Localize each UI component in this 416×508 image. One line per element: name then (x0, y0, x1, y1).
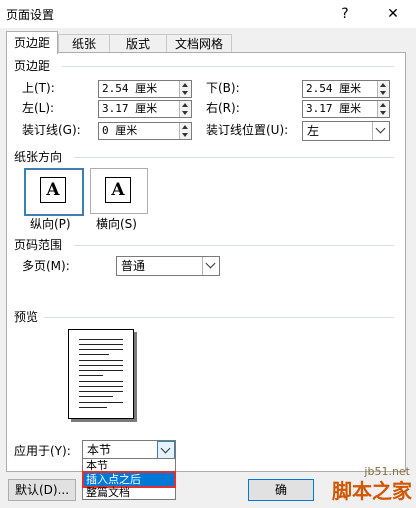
landscape-label: 横向(S) (96, 217, 137, 231)
page-setup-dialog: 页面设置 ? ✕ 页边距 纸张 版式 文档网格 页边距 上(T): 2.54 厘… (0, 0, 416, 508)
spin-arrows-icon[interactable] (179, 101, 191, 117)
margins-divider (62, 66, 394, 67)
tab-document-grid[interactable]: 文档网格 (166, 34, 232, 53)
landscape-button[interactable]: A (90, 168, 148, 214)
apply-option-whole-document[interactable]: 整篇文档 (84, 486, 174, 499)
preview-section-title: 预览 (14, 310, 39, 324)
preview-text-line (79, 344, 123, 345)
preview-text-line (79, 391, 123, 392)
portrait-label: 纵向(P) (30, 217, 71, 231)
title-bar: 页面设置 ? ✕ (0, 0, 416, 28)
left-margin-value: 3.17 厘米 (102, 102, 158, 115)
orientation-section-title: 纸张方向 (14, 150, 63, 164)
apply-option-after-insert-point[interactable]: 插入点之后 (82, 471, 176, 488)
apply-to-label: 应用于(Y): (14, 444, 71, 458)
gutter-position-value: 左 (307, 124, 320, 138)
gutter-spinner[interactable]: 0 厘米 (98, 122, 192, 140)
chevron-down-icon[interactable] (202, 257, 219, 275)
landscape-page-icon: A (105, 177, 131, 203)
top-margin-label: 上(T): (22, 81, 55, 95)
preview-text-line (79, 365, 123, 366)
gutter-position-select[interactable]: 左 (302, 121, 390, 141)
multiple-pages-label: 多页(M): (22, 259, 70, 273)
preview-text-line (79, 370, 123, 371)
close-button[interactable]: ✕ (382, 3, 404, 25)
apply-to-select[interactable]: 本节 (82, 440, 176, 461)
chevron-down-icon[interactable] (372, 122, 389, 140)
bottom-margin-value: 2.54 厘米 (306, 82, 362, 95)
pages-divider (74, 245, 394, 246)
right-margin-label: 右(R): (206, 101, 240, 115)
left-margin-label: 左(L): (22, 101, 55, 115)
margins-section-title: 页边距 (14, 59, 51, 73)
left-margin-spinner[interactable]: 3.17 厘米 (98, 100, 192, 118)
preview-text-line (79, 396, 113, 397)
spin-arrows-icon[interactable] (377, 81, 389, 97)
preview-text-line (79, 407, 107, 408)
gutter-value: 0 厘米 (102, 124, 138, 137)
bottom-margin-spinner[interactable]: 2.54 厘米 (302, 80, 390, 98)
multiple-pages-value: 普通 (121, 259, 146, 273)
tab-layout[interactable]: 版式 (109, 34, 167, 53)
spin-arrows-icon[interactable] (377, 101, 389, 117)
preview-text-line (79, 349, 123, 350)
preview-text-line (79, 375, 103, 376)
pages-section-title: 页码范围 (14, 238, 63, 252)
top-margin-spinner[interactable]: 2.54 厘米 (98, 80, 192, 98)
preview-text-line (79, 354, 109, 355)
bottom-margin-label: 下(B): (206, 81, 240, 95)
preview-text-line (79, 339, 123, 340)
page-preview (68, 329, 134, 419)
apply-to-dropdown: 本节 插入点之后 整篇文档 (82, 458, 176, 500)
ok-button[interactable]: 确 (248, 479, 314, 501)
portrait-page-icon: A (40, 177, 66, 203)
tab-margins[interactable]: 页边距 (6, 31, 58, 54)
multiple-pages-select[interactable]: 普通 (116, 256, 220, 276)
gutter-position-label: 装订线位置(U): (206, 123, 289, 137)
portrait-button[interactable]: A (24, 168, 84, 216)
preview-text-line (79, 381, 123, 382)
gutter-label: 装订线(G): (22, 123, 81, 137)
right-margin-spinner[interactable]: 3.17 厘米 (302, 100, 390, 118)
top-margin-value: 2.54 厘米 (102, 82, 158, 95)
watermark-brand: 脚本之家 (332, 479, 412, 503)
apply-to-value: 本节 (87, 443, 112, 457)
preview-text-line (79, 402, 123, 403)
default-button[interactable]: 默认(D)... (8, 479, 76, 501)
right-margin-value: 3.17 厘米 (306, 102, 362, 115)
preview-text-line (79, 360, 123, 361)
help-button[interactable]: ? (334, 3, 356, 25)
spin-arrows-icon[interactable] (179, 123, 191, 139)
apply-option-section[interactable]: 本节 (84, 459, 174, 472)
orientation-divider (74, 157, 394, 158)
tab-paper[interactable]: 纸张 (58, 34, 110, 53)
dialog-title: 页面设置 (6, 8, 55, 22)
preview-text-line (79, 386, 123, 387)
spin-arrows-icon[interactable] (179, 81, 191, 97)
preview-divider (44, 317, 394, 318)
